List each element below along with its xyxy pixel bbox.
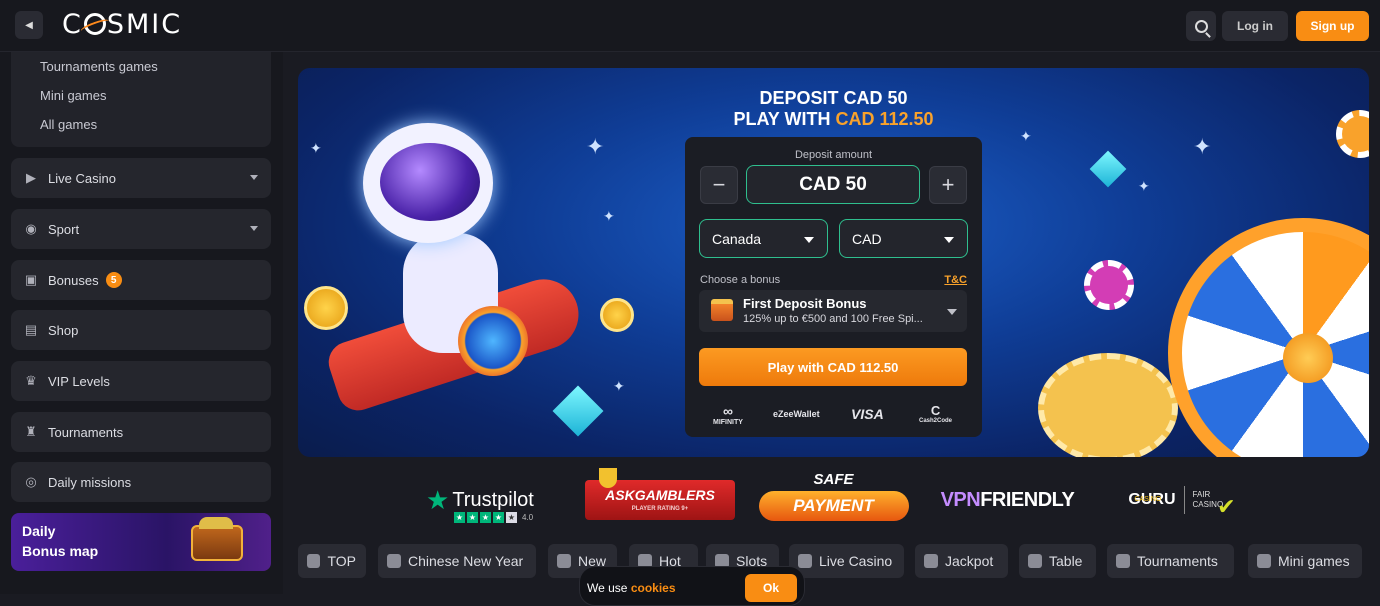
sparkle-icon: ✦ [1020,128,1032,144]
sidebar-item-vip-levels[interactable]: ♛ VIP Levels [11,361,271,401]
decrease-amount-button[interactable]: − [700,166,738,204]
gift-icon: ▣ [24,272,38,287]
sparkle-icon: ✦ [613,378,625,394]
deposit-amount-label: Deposit amount [794,149,873,161]
sidebar-item-live-casino[interactable]: ▶ Live Casino [11,158,271,198]
login-button[interactable]: Log in [1222,11,1288,41]
bonus-select[interactable]: First Deposit Bonus 125% up to €500 and … [699,290,967,332]
search-button[interactable] [1186,11,1216,41]
tab-live-casino[interactable]: Live Casino [789,544,904,578]
caret-down-icon [944,237,954,243]
roulette-hub-illustration [1283,333,1333,383]
gift-icon [711,299,733,321]
safe-payment-badge: SAFE PAYMENT [757,470,910,530]
caret-down-icon [804,237,814,243]
play-deposit-button[interactable]: Play with CAD 112.50 [699,348,967,386]
star-icon: ★ [426,484,450,515]
submenu-item-mini-games[interactable]: Mini games [40,88,106,103]
trustpilot-badge[interactable]: ★ Trustpilot ★ ★ ★ ★ ★ 4.0 [426,470,576,530]
sidebar-item-shop[interactable]: ▤ Shop [11,310,271,350]
terms-link[interactable]: T&C [944,274,967,286]
crown-icon: ♛ [25,373,37,388]
casino-guru-badge[interactable]: CASINO GURU FAIR CASINO ✔ [1122,470,1242,530]
country-select[interactable]: Canada [699,219,828,258]
logo-planet-icon [83,13,106,35]
bell-icon [557,554,571,568]
deposit-widget: Deposit amount − CAD 50 + Canada CAD Cho… [685,137,982,437]
payment-logo-visa: VISA [851,406,884,422]
basketball-icon: ◉ [25,221,37,236]
caret-down-icon [947,309,957,315]
choose-bonus-label: Choose a bonus [700,274,781,286]
trophy-icon [599,468,617,488]
submenu-item-tournaments-games[interactable]: Tournaments games [40,59,158,74]
promo-title-line2: PLAY WITH CAD 112.50 [733,109,934,129]
tab-mini-games[interactable]: Mini games [1248,544,1362,578]
roulette-wheel-illustration [1168,218,1369,457]
sidebar-item-bonuses[interactable]: ▣ Bonuses 5 [11,260,271,300]
search-icon [1194,19,1208,33]
treasure-chest-icon [191,517,243,561]
logo[interactable]: C SMIC [62,9,182,40]
submenu-item-all-games[interactable]: All games [40,117,97,132]
tab-top[interactable]: TOP [298,544,366,578]
medal-icon: ◎ [25,474,37,489]
basket-icon: ▤ [24,322,38,337]
promo-banner: ✦ ✦ ✦ ✦ ✦ ✦ ✦ DEPOSIT CAD 50 PLAY WITH C… [298,68,1369,457]
casino-chip-icon [1084,260,1134,310]
top-bar: ◀ C SMIC Log in Sign up [0,0,1380,52]
coin-icon [600,298,634,332]
chevron-left-icon: ◀ [25,19,33,31]
sidebar: Tournaments games Mini games All games ▶… [0,52,283,594]
chip-icon [1028,554,1042,568]
payment-logo-mifinity: ∞ MIFINITY [713,403,743,426]
trustpilot-stars: ★ ★ ★ ★ ★ [454,512,517,523]
games-submenu: Tournaments games Mini games All games [11,52,271,147]
trophy-icon [1116,554,1130,568]
coin-icon [304,286,348,330]
gem-icon [552,385,604,437]
dice-icon [1257,554,1271,568]
signup-button[interactable]: Sign up [1296,11,1369,41]
chevron-down-icon [250,175,258,180]
casino-chip-icon [1038,353,1178,457]
checkmark-icon: ✔ [1217,494,1236,519]
currency-select[interactable]: CAD [839,219,968,258]
tab-jackpot[interactable]: Jackpot [915,544,1008,578]
jackpot-icon [924,554,938,568]
vpn-friendly-badge: VPNFRIENDLY [940,488,1075,511]
chevron-down-icon [250,226,258,231]
play-square-icon [798,554,812,568]
promo-title-line1: DEPOSIT CAD 50 [759,88,908,108]
sidebar-item-daily-missions[interactable]: ◎ Daily missions [11,462,271,502]
daily-bonus-map-banner[interactable]: Daily Bonus map [11,513,271,571]
sparkle-icon: ✦ [603,208,615,224]
rocket-porthole-illustration [458,306,528,376]
cookie-ok-button[interactable]: Ok [745,574,797,602]
play-square-icon: ▶ [26,170,36,185]
increase-amount-button[interactable]: + [929,166,967,204]
dragon-icon [387,554,401,568]
gem-icon [1089,150,1127,188]
askgamblers-badge[interactable]: ASKGAMBLERS PLAYER RATING 9+ [584,468,736,530]
sidebar-item-sport[interactable]: ◉ Sport [11,209,271,249]
star-icon [307,554,321,568]
sparkle-icon: ✦ [1193,134,1212,159]
sparkle-icon: ✦ [310,140,322,156]
bonuses-count-badge: 5 [105,272,122,288]
cookies-link[interactable]: cookies [631,581,676,595]
sparkle-icon: ✦ [586,134,605,159]
tab-tournaments[interactable]: Tournaments [1107,544,1234,578]
astronaut-visor-illustration [380,143,480,221]
tab-chinese-new-year[interactable]: Chinese New Year [378,544,536,578]
deposit-amount-field[interactable]: CAD 50 [746,165,920,204]
payment-logo-ezeewallet: eZeeWallet [773,409,820,419]
sparkle-icon: ✦ [1138,178,1150,194]
cookie-banner: We use cookies Ok [579,566,805,606]
sidebar-item-tournaments[interactable]: ♜ Tournaments [11,412,271,452]
trophy-icon: ♜ [25,424,37,439]
payment-logo-cash2code: C Cash2Code [919,403,953,424]
collapse-sidebar-button[interactable]: ◀ [15,11,43,39]
tab-table[interactable]: Table [1019,544,1096,578]
